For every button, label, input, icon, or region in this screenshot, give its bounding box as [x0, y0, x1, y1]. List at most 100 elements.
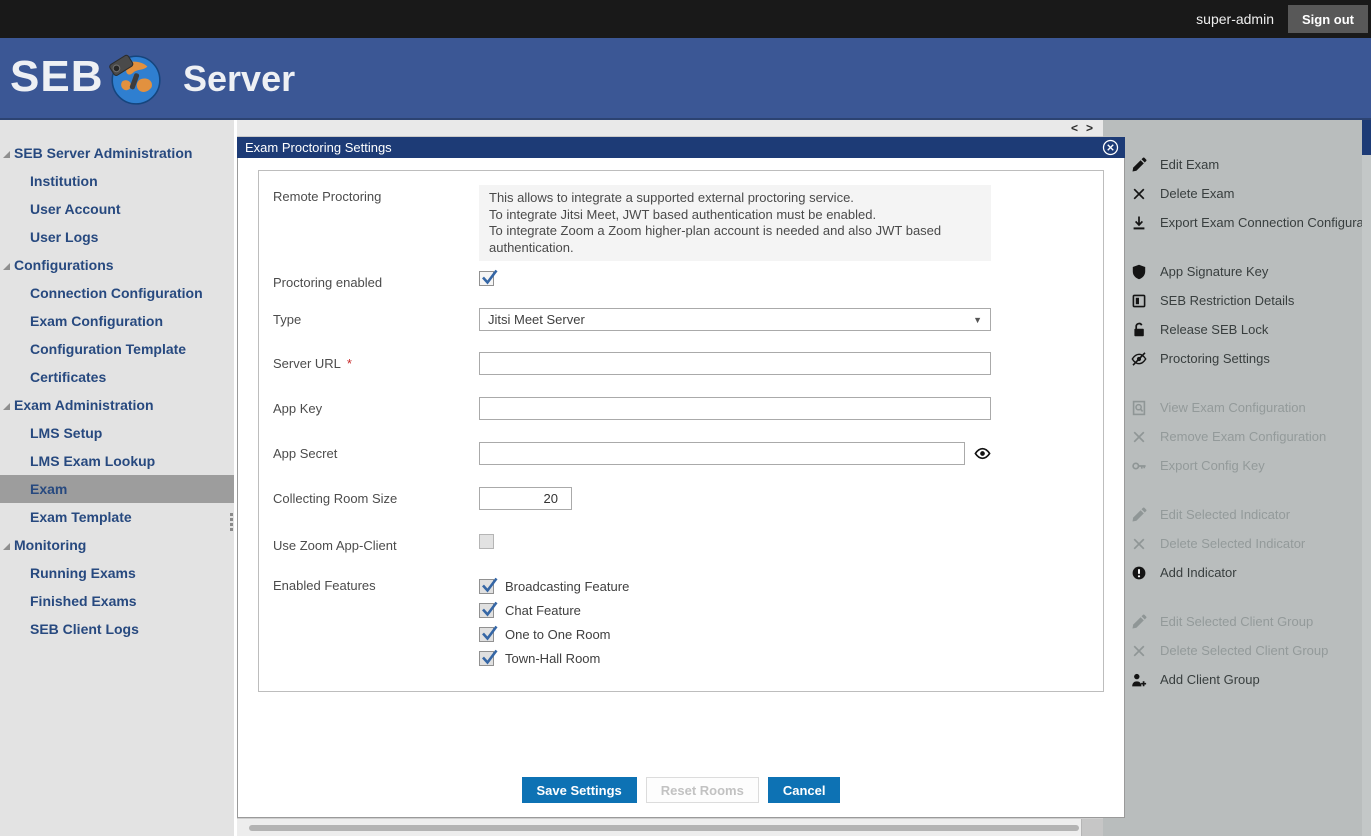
feature-town-hall: Town-Hall Room — [479, 646, 991, 670]
brand-header: SEB Server — [0, 38, 1371, 120]
seb-globe-logo-icon — [106, 48, 164, 113]
doc-search-icon — [1131, 400, 1147, 416]
brand-server-label: Server — [183, 58, 295, 100]
app-key-row: App Key — [273, 397, 1103, 420]
x-icon — [1131, 643, 1147, 659]
action-app-signature-key[interactable]: App Signature Key — [1131, 257, 1362, 286]
town-hall-room-checkbox[interactable] — [479, 651, 494, 666]
eye-off-icon — [1131, 351, 1147, 367]
sidebar-item-running-exams[interactable]: Running Exams — [0, 559, 234, 587]
action-add-indicator[interactable]: Add Indicator — [1131, 558, 1362, 587]
app-key-input[interactable] — [479, 397, 991, 420]
action-delete-selected-indicator: Delete Selected Indicator — [1131, 529, 1362, 558]
key-icon — [1131, 458, 1147, 474]
feature-one-to-one: One to One Room — [479, 622, 991, 646]
gauge-icon — [1131, 565, 1147, 581]
one-to-one-room-checkbox[interactable] — [479, 627, 494, 642]
pencil-icon — [1131, 157, 1147, 173]
sidebar-item-exam-administration[interactable]: Exam Administration — [0, 391, 234, 419]
action-edit-selected-client-group: Edit Selected Client Group — [1131, 607, 1362, 636]
action-proctoring-settings[interactable]: Proctoring Settings — [1131, 344, 1362, 373]
sidebar-item-connection-configuration[interactable]: Connection Configuration — [0, 279, 234, 307]
required-asterisk: * — [347, 356, 352, 371]
sidebar-item-configuration-template[interactable]: Configuration Template — [0, 335, 234, 363]
sidebar-resize-handle[interactable] — [230, 513, 233, 531]
sidebar-item-user-logs[interactable]: User Logs — [0, 223, 234, 251]
proctoring-enabled-label: Proctoring enabled — [273, 271, 479, 290]
sidebar-item-institution[interactable]: Institution — [0, 167, 234, 195]
type-select[interactable]: Jitsi Meet Server ▼ — [479, 308, 991, 331]
chevron-right-icon[interactable]: > — [1086, 121, 1093, 135]
save-settings-button[interactable]: Save Settings — [522, 777, 637, 803]
lock-open-icon — [1131, 322, 1147, 338]
proctoring-enabled-row: Proctoring enabled — [273, 271, 1103, 290]
action-seb-restriction-details[interactable]: SEB Restriction Details — [1131, 286, 1362, 315]
chevron-left-icon[interactable]: < — [1071, 121, 1078, 135]
broadcasting-feature-checkbox[interactable] — [479, 579, 494, 594]
app-secret-row: App Secret — [273, 442, 1103, 465]
x-icon — [1131, 186, 1147, 202]
scrollbar-corner — [1081, 819, 1103, 836]
cancel-button[interactable]: Cancel — [768, 777, 841, 803]
sidebar-item-seb-client-logs[interactable]: SEB Client Logs — [0, 615, 234, 643]
download-icon — [1131, 215, 1147, 231]
action-release-seb-lock[interactable]: Release SEB Lock — [1131, 315, 1362, 344]
action-edit-selected-indicator: Edit Selected Indicator — [1131, 500, 1362, 529]
enabled-features-row: Enabled Features Broadcasting Feature Ch… — [273, 574, 1103, 670]
collecting-room-size-row: Collecting Room Size — [273, 487, 1103, 510]
expand-toggle-icon — [3, 263, 10, 270]
horizontal-scrollbar — [237, 818, 1103, 836]
x-icon — [1131, 429, 1147, 445]
server-url-row: Server URL* — [273, 352, 1103, 375]
sidebar-item-exam-template[interactable]: Exam Template — [0, 503, 234, 531]
exam-proctoring-settings-dialog: Exam Proctoring Settings Remote Proctori… — [237, 137, 1125, 818]
action-export-exam-connection-configuration[interactable]: Export Exam Connection Configuration — [1131, 208, 1362, 237]
main-region: SEB Server Administration Institution Us… — [0, 120, 1371, 836]
remote-proctoring-row: Remote Proctoring This allows to integra… — [273, 185, 1103, 261]
action-add-client-group[interactable]: Add Client Group — [1131, 665, 1362, 694]
dialog-title: Exam Proctoring Settings — [245, 140, 392, 155]
server-url-label: Server URL* — [273, 352, 479, 375]
action-pane: Edit Exam Delete Exam Export Exam Connec… — [1103, 120, 1362, 836]
action-export-config-key: Export Config Key — [1131, 451, 1362, 480]
server-url-input[interactable] — [479, 352, 991, 375]
sidebar-item-lms-exam-lookup[interactable]: LMS Exam Lookup — [0, 447, 234, 475]
horizontal-scrollbar-thumb[interactable] — [249, 825, 1079, 831]
right-edge-strip — [1362, 120, 1371, 836]
remote-proctoring-label: Remote Proctoring — [273, 185, 479, 261]
top-bar: super-admin Sign out — [0, 0, 1371, 38]
sidebar-item-user-account[interactable]: User Account — [0, 195, 234, 223]
dialog-title-bar: Exam Proctoring Settings — [237, 137, 1125, 158]
sidebar-item-finished-exams[interactable]: Finished Exams — [0, 587, 234, 615]
chevron-down-icon: ▼ — [973, 315, 982, 325]
sidebar-item-exam[interactable]: Exam — [0, 475, 234, 503]
use-zoom-app-client-row: Use Zoom App-Client — [273, 534, 1103, 553]
left-navigation: SEB Server Administration Institution Us… — [0, 120, 234, 836]
expand-toggle-icon — [3, 151, 10, 158]
sidebar-item-certificates[interactable]: Certificates — [0, 363, 234, 391]
sidebar-item-monitoring[interactable]: Monitoring — [0, 531, 234, 559]
eye-icon[interactable] — [974, 445, 991, 462]
action-remove-exam-configuration: Remove Exam Configuration — [1131, 422, 1362, 451]
action-edit-exam[interactable]: Edit Exam — [1131, 150, 1362, 179]
app-secret-input[interactable] — [479, 442, 965, 465]
tab-strip: < > — [237, 120, 1103, 137]
sidebar-item-exam-configuration[interactable]: Exam Configuration — [0, 307, 234, 335]
pencil-icon — [1131, 507, 1147, 523]
collecting-room-size-input[interactable] — [479, 487, 572, 510]
sidebar-item-configurations[interactable]: Configurations — [0, 251, 234, 279]
action-delete-exam[interactable]: Delete Exam — [1131, 179, 1362, 208]
close-icon[interactable] — [1102, 139, 1119, 156]
sign-out-button[interactable]: Sign out — [1288, 5, 1368, 33]
expand-toggle-icon — [3, 403, 10, 410]
use-zoom-app-client-checkbox — [479, 534, 494, 549]
sidebar-item-lms-setup[interactable]: LMS Setup — [0, 419, 234, 447]
sidebar-item-seb-server-administration[interactable]: SEB Server Administration — [0, 139, 234, 167]
proctoring-enabled-checkbox[interactable] — [479, 271, 494, 286]
feature-chat: Chat Feature — [479, 598, 991, 622]
person-plus-icon — [1131, 672, 1147, 688]
note-icon — [1131, 293, 1147, 309]
right-edge-header-fragment — [1362, 120, 1371, 155]
chat-feature-checkbox[interactable] — [479, 603, 494, 618]
dialog-buttons: Save Settings Reset Rooms Cancel — [238, 777, 1124, 803]
